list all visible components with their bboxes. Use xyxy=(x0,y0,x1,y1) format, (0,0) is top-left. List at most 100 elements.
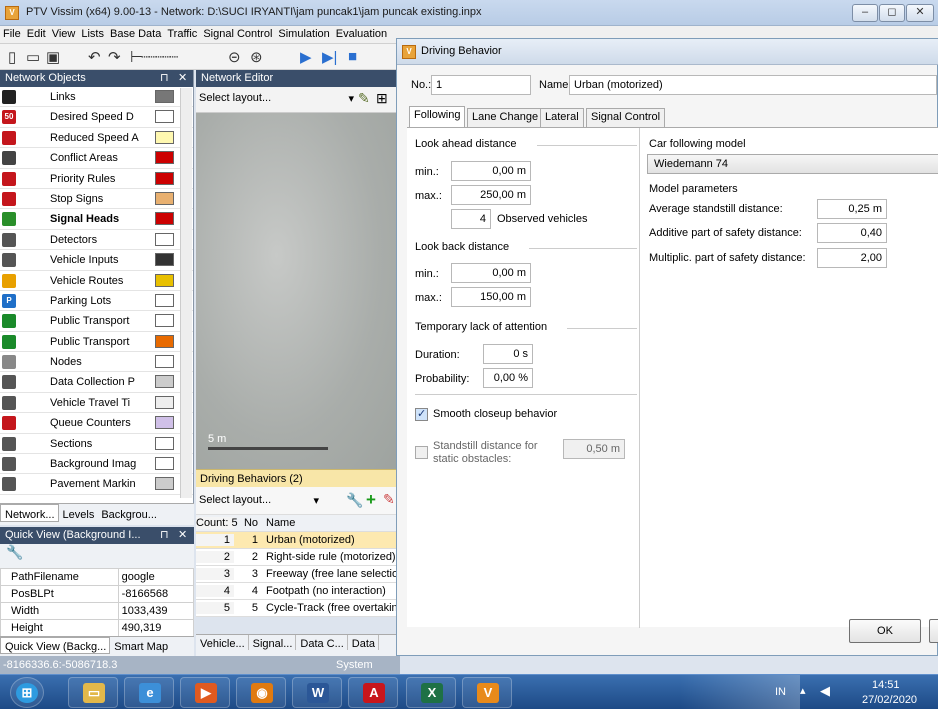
menu-traffic[interactable]: Traffic xyxy=(164,26,200,40)
language-indicator[interactable]: IN xyxy=(775,686,786,698)
new-file-icon[interactable]: ▯ xyxy=(8,48,16,66)
quick-view-close-icon[interactable]: ✕ xyxy=(178,527,187,544)
visibility-swatch[interactable] xyxy=(155,90,174,103)
visibility-swatch[interactable] xyxy=(155,355,174,369)
tab-signal-control[interactable]: Signal Control xyxy=(586,108,666,127)
smooth-closeup-checkbox[interactable]: ✓ xyxy=(415,408,428,421)
visibility-swatch[interactable] xyxy=(155,151,174,165)
visibility-swatch[interactable] xyxy=(155,110,174,124)
tray-arrow-icon[interactable]: ▴ xyxy=(800,684,806,697)
tab-lateral[interactable]: Lateral xyxy=(540,108,584,127)
close-pane-icon[interactable]: ✕ xyxy=(178,70,187,87)
visibility-swatch[interactable] xyxy=(155,191,174,205)
visibility-swatch[interactable] xyxy=(155,457,174,471)
table-row[interactable]: 3 3 Freeway (free lane selection) xyxy=(196,566,398,583)
menu-evaluation[interactable]: Evaluation xyxy=(333,26,390,40)
network-object-vehicle-travel-ti[interactable]: Vehicle Travel Ti xyxy=(0,393,193,414)
visibility-swatch[interactable] xyxy=(155,395,174,409)
table-row[interactable]: Width 1033,439 xyxy=(0,602,195,620)
table-row[interactable]: Height 490,319 xyxy=(0,619,195,637)
look-ahead-max-field[interactable]: 250,00 m xyxy=(451,185,531,205)
rotate-icon[interactable]: ⊝ xyxy=(228,48,241,66)
additive-safety-field[interactable]: 0,40 xyxy=(817,223,887,243)
table-row[interactable]: PathFilename google xyxy=(0,568,195,586)
pin-icon[interactable]: ⊓ xyxy=(160,70,169,87)
minimize-button[interactable]: – xyxy=(852,4,878,22)
menu-view[interactable]: View xyxy=(49,26,79,40)
visibility-swatch[interactable] xyxy=(155,171,174,185)
network-object-public-transport[interactable]: Public Transport xyxy=(0,332,193,353)
save-icon[interactable]: ▣ xyxy=(46,48,60,66)
visibility-swatch[interactable] xyxy=(155,293,174,307)
tab-levels[interactable]: Levels xyxy=(59,505,98,521)
tab-following[interactable]: Following xyxy=(409,106,466,127)
network-object-public-transport[interactable]: Public Transport xyxy=(0,311,193,332)
car-following-model-select[interactable]: Wiedemann 74 xyxy=(647,154,938,174)
taskbar-ie-button[interactable]: e xyxy=(124,677,174,708)
standstill-field[interactable]: 0,50 m xyxy=(563,439,625,459)
tab-quick-view[interactable]: Quick View (Backg... xyxy=(0,637,111,654)
network-object-vehicle-inputs[interactable]: Vehicle Inputs xyxy=(0,250,193,271)
taskbar-word-button[interactable]: W xyxy=(292,677,342,708)
clock-time[interactable]: 14:51 xyxy=(872,679,900,691)
network-object-nodes[interactable]: Nodes xyxy=(0,352,193,373)
visibility-swatch[interactable] xyxy=(155,436,174,450)
property-value[interactable]: google xyxy=(117,568,195,586)
edit-tool-icon[interactable]: ✎ xyxy=(358,90,370,107)
ruler-icon[interactable]: ⊢┈┈┈┈┈ xyxy=(130,48,178,66)
avg-standstill-field[interactable]: 0,25 m xyxy=(817,199,887,219)
name-field[interactable]: Urban (motorized) xyxy=(569,75,937,95)
redo-icon[interactable]: ↷ xyxy=(108,48,121,66)
edit-pencil-icon[interactable]: ✎ xyxy=(383,491,395,508)
network-object-conflict-areas[interactable]: Conflict Areas xyxy=(0,148,193,169)
visibility-swatch[interactable] xyxy=(155,314,174,328)
network-object-queue-counters[interactable]: Queue Counters xyxy=(0,413,193,434)
menu-base-data[interactable]: Base Data xyxy=(107,26,164,40)
step-icon[interactable]: ▶| xyxy=(322,48,337,66)
tab-signal[interactable]: Signal... xyxy=(249,635,297,650)
db-wrench-icon[interactable]: 🔧 xyxy=(346,492,363,509)
menu-simulation[interactable]: Simulation xyxy=(275,26,332,40)
menu-lists[interactable]: Lists xyxy=(78,26,107,40)
network-object-detectors[interactable]: Detectors xyxy=(0,230,193,251)
menu-edit[interactable]: Edit xyxy=(24,26,49,40)
tab-lane-change[interactable]: Lane Change xyxy=(467,108,544,127)
network-object-parking-lots[interactable]: P Parking Lots xyxy=(0,291,193,312)
network-objects-scrollbar[interactable] xyxy=(180,88,192,498)
grid-icon[interactable]: ⊞ xyxy=(376,90,388,107)
visibility-swatch[interactable] xyxy=(155,416,174,430)
property-value[interactable]: 1033,439 xyxy=(117,602,195,620)
taskbar-start-button[interactable]: ⊞ xyxy=(10,677,44,708)
volume-icon[interactable]: ◀ xyxy=(820,683,830,699)
network-object-data-collection-p[interactable]: Data Collection P xyxy=(0,372,193,393)
probability-field[interactable]: 0,00 % xyxy=(483,368,533,388)
standstill-checkbox[interactable] xyxy=(415,446,428,459)
undo-icon[interactable]: ↶ xyxy=(88,48,101,66)
look-ahead-min-field[interactable]: 0,00 m xyxy=(451,161,531,181)
network-object-reduced-speed-a[interactable]: Reduced Speed A xyxy=(0,128,193,149)
tab-vehicle[interactable]: Vehicle... xyxy=(196,635,249,650)
network-object-vehicle-routes[interactable]: Vehicle Routes xyxy=(0,271,193,291)
restore-button[interactable]: ◻ xyxy=(879,4,905,22)
no-field[interactable]: 1 xyxy=(431,75,531,95)
open-folder-icon[interactable]: ▭ xyxy=(26,48,40,66)
editor-select-layout[interactable]: Select layout... ▾ xyxy=(199,92,354,108)
snapshot-icon[interactable]: ⊛ xyxy=(250,48,263,66)
property-value[interactable]: -8166568 xyxy=(117,585,195,603)
visibility-swatch[interactable] xyxy=(155,232,174,246)
add-icon[interactable]: + xyxy=(366,490,376,510)
duration-field[interactable]: 0 s xyxy=(483,344,533,364)
network-object-sections[interactable]: Sections xyxy=(0,434,193,455)
menu-signal-control[interactable]: Signal Control xyxy=(200,26,275,40)
visibility-swatch[interactable] xyxy=(155,273,174,287)
db-select-layout[interactable]: Select layout... ▾ xyxy=(199,494,319,510)
tab-network[interactable]: Network... xyxy=(0,504,59,522)
network-object-priority-rules[interactable]: Priority Rules xyxy=(0,169,193,189)
table-row[interactable]: 4 4 Footpath (no interaction) xyxy=(196,583,398,600)
tab-data-collection[interactable]: Data C... xyxy=(296,635,348,650)
ok-button[interactable]: OK xyxy=(849,619,921,643)
taskbar-acrobat-button[interactable]: A xyxy=(348,677,398,708)
table-row[interactable]: 1 1 Urban (motorized) xyxy=(196,532,398,549)
look-back-min-field[interactable]: 0,00 m xyxy=(451,263,531,283)
observed-vehicles-field[interactable]: 4 xyxy=(451,209,491,229)
